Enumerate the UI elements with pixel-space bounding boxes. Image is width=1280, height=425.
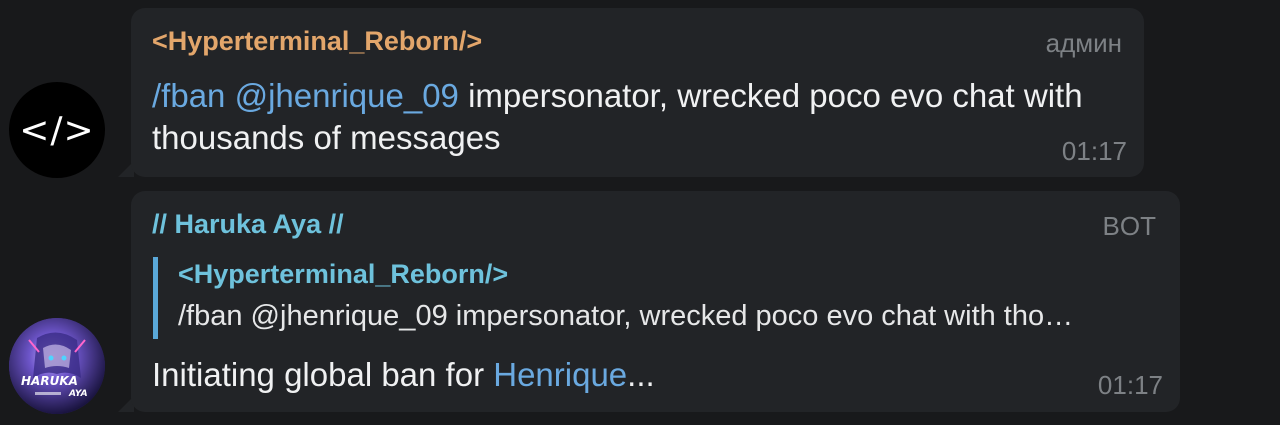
message-body: Initiating global ban for: [152, 356, 494, 393]
message-time: 01:17: [1061, 136, 1127, 166]
message-bubble[interactable]: // Haruka Aya // BOT <Hyperterminal_Rebo…: [131, 191, 1180, 412]
haruka-aya-avatar: HARUKA AYA: [9, 318, 105, 414]
sender-name[interactable]: <Hyperterminal_Reborn/>: [152, 26, 482, 57]
message-bubble[interactable]: <Hyperterminal_Reborn/> админ /fban @jhe…: [131, 8, 1144, 177]
bot-avatar[interactable]: HARUKA AYA: [9, 318, 105, 414]
message-text: Initiating global ban for Henrique...: [152, 354, 655, 396]
message-suffix: ...: [627, 356, 655, 393]
avatar-label: HARUKA: [21, 374, 78, 388]
user-avatar[interactable]: </>: [9, 82, 105, 178]
sender-name[interactable]: // Haruka Aya //: [152, 209, 344, 240]
chat-view: </> <Hyperterminal_Reborn/> админ /fban …: [0, 0, 1280, 425]
message-text: /fban @jhenrique_09 impersonator, wrecke…: [152, 75, 1132, 159]
message-time: 01:17: [1097, 370, 1163, 400]
code-brackets-icon: </>: [19, 109, 95, 151]
admin-badge: админ: [1045, 28, 1122, 58]
reply-sender: <Hyperterminal_Reborn/>: [178, 259, 509, 289]
mention-link[interactable]: @jhenrique_09: [235, 77, 459, 114]
reply-quote[interactable]: <Hyperterminal_Reborn/> /fban @jhenrique…: [153, 257, 1153, 339]
reply-text: /fban @jhenrique_09 impersonator, wrecke…: [178, 300, 1074, 332]
svg-text:AYA: AYA: [68, 389, 88, 399]
command-link[interactable]: /fban: [152, 77, 225, 114]
mention-link[interactable]: Henrique: [493, 356, 627, 393]
bot-badge: BOT: [1102, 211, 1156, 241]
